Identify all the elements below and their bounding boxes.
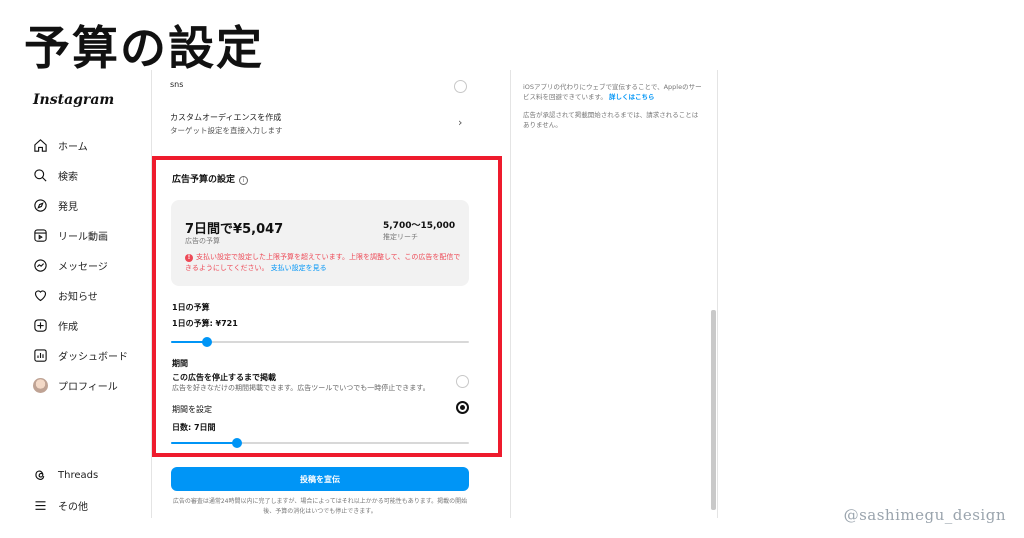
sidebar-bottom: Threads その他 (32, 460, 150, 520)
boost-post-button[interactable]: 投稿を宣伝 (171, 467, 469, 491)
audience-option-label: sns (170, 80, 184, 89)
sidebar-item-label: メッセージ (58, 261, 108, 273)
sidebar-item-explore[interactable]: 発見 (32, 190, 150, 220)
info-icon[interactable]: i (239, 176, 249, 185)
heart-icon (32, 287, 48, 303)
custom-audience-title: カスタムオーディエンスを作成 (170, 113, 282, 122)
sidebar-item-label: 発見 (58, 201, 78, 213)
duration-heading: 期間 (172, 359, 188, 368)
page-heading: 予算の設定 (24, 21, 264, 75)
review-footnote: 広告の審査は通常24時間以内に完了しますが、場合によってはそれ以上かかる可能性も… (172, 498, 468, 515)
until-stop-title: この広告を停止するまで掲載 (172, 373, 276, 382)
estimated-reach-label: 推定リーチ (383, 233, 418, 241)
watermark: @sashimegu_design (843, 506, 1006, 524)
avatar (32, 377, 48, 393)
until-stop-radio[interactable] (456, 375, 469, 388)
days-value: 日数: 7日間 (172, 423, 216, 432)
menu-icon (32, 497, 48, 513)
payment-settings-link[interactable]: 支払い設定を見る (271, 264, 327, 272)
custom-audience-row[interactable]: カスタムオーディエンスを作成 ターゲット設定を直接入力します (170, 112, 470, 136)
budget-summary-card: 7日間で¥5,047 広告の予算 5,700〜15,000 推定リーチ ! 支払い… (171, 200, 469, 286)
sidebar-item-home[interactable]: ホーム (32, 130, 150, 160)
duration-slider[interactable] (171, 438, 469, 448)
custom-audience-subtitle: ターゲット設定を直接入力します (170, 126, 283, 135)
sidebar-item-label: Threads (58, 469, 99, 481)
sidebar-nav: ホーム 検索 発見 リール動画 メッセージ お知らせ 作成 ダッシュボード プロ… (32, 130, 150, 400)
sidebar-item-dashboard[interactable]: ダッシュボード (32, 340, 150, 370)
sidebar-item-profile[interactable]: プロフィール (32, 370, 150, 400)
set-duration-radio[interactable] (456, 401, 469, 414)
sidebar-item-label: お知らせ (58, 291, 98, 303)
sidebar-item-label: プロフィール (58, 381, 118, 393)
estimated-reach: 5,700〜15,000 (383, 221, 456, 231)
plus-square-icon (32, 317, 48, 333)
budget-total: 7日間で¥5,047 (185, 222, 284, 237)
budget-warning: ! 支払い設定で設定した上限予算を超えています。上限を調整して、この広告を配信でき… (185, 252, 461, 274)
slider-fill (171, 442, 237, 444)
sidebar-item-label: 検索 (58, 171, 78, 183)
slider-thumb[interactable] (231, 438, 242, 448)
budget-settings-highlight: 広告予算の設定 i 7日間で¥5,047 広告の予算 5,700〜15,000 推… (152, 156, 502, 457)
messenger-icon (32, 257, 48, 273)
billing-note: 広告が承認されて掲載開始されるまでは、請求されることはありません。 (523, 111, 699, 129)
sidebar-item-label: ダッシュボード (58, 351, 128, 363)
instagram-logo[interactable]: Instagram (33, 92, 114, 108)
slider-thumb[interactable] (201, 337, 212, 347)
slider-track (171, 341, 469, 343)
budget-section-title: 広告予算の設定 i (172, 172, 249, 185)
sidebar-item-label: 作成 (58, 321, 78, 333)
audience-option-sns[interactable]: sns (170, 80, 470, 89)
sidebar-item-label: その他 (58, 501, 88, 513)
chevron-right-icon: › (458, 116, 463, 129)
set-duration-label: 期間を設定 (172, 405, 212, 414)
sidebar-item-more[interactable]: その他 (32, 490, 150, 520)
sidebar-item-notifications[interactable]: お知らせ (32, 280, 150, 310)
compass-icon (32, 197, 48, 213)
learn-more-link[interactable]: 詳しくはこちら (609, 93, 655, 101)
sidebar-item-create[interactable]: 作成 (32, 310, 150, 340)
threads-icon (32, 467, 48, 483)
avatar-icon (32, 377, 48, 393)
until-stop-subtitle: 広告を好きなだけの期間掲載できます。広告ツールでいつでも一時停止できます。 (172, 384, 430, 392)
sidebar-item-search[interactable]: 検索 (32, 160, 150, 190)
daily-budget-slider[interactable] (171, 337, 469, 347)
daily-budget-value: 1日の予算: ¥721 (172, 319, 238, 328)
sidebar-item-label: リール動画 (58, 231, 108, 243)
right-info-panel: iOSアプリの代わりにウェブで宣伝することで、Appleのサービス料を回避できて… (510, 70, 718, 518)
alert-icon: ! (185, 254, 193, 262)
budget-total-label: 広告の予算 (185, 237, 220, 245)
ios-note: iOSアプリの代わりにウェブで宣伝することで、Appleのサービス料を回避できて… (523, 83, 702, 101)
home-icon (32, 137, 48, 153)
scrollbar[interactable] (711, 310, 716, 510)
dashboard-icon (32, 347, 48, 363)
daily-budget-heading: 1日の予算 (172, 303, 210, 312)
search-icon (32, 167, 48, 183)
sidebar-item-reels[interactable]: リール動画 (32, 220, 150, 250)
sidebar-item-label: ホーム (58, 141, 88, 153)
audience-sns-radio[interactable] (454, 80, 467, 93)
sidebar-item-threads[interactable]: Threads (32, 460, 150, 490)
sidebar-item-messages[interactable]: メッセージ (32, 250, 150, 280)
reels-icon (32, 227, 48, 243)
